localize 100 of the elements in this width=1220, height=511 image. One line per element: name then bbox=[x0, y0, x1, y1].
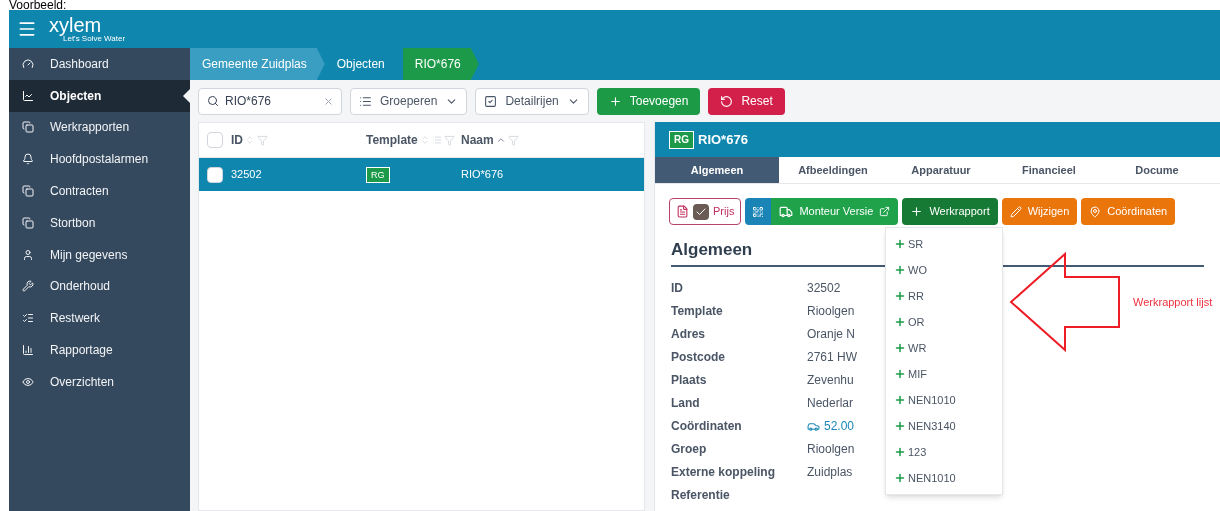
copy-icon bbox=[22, 121, 34, 134]
detail-tab[interactable]: Algemeen bbox=[655, 157, 779, 183]
filter-icon[interactable] bbox=[257, 134, 268, 146]
sidebar-item[interactable]: Onderhoud bbox=[9, 270, 190, 303]
field-label: Coördinaten bbox=[671, 418, 743, 435]
user-icon bbox=[22, 248, 34, 261]
work-report-button[interactable]: Werkrapport bbox=[902, 198, 998, 225]
list-icon bbox=[359, 94, 372, 108]
filter-icon[interactable] bbox=[443, 134, 455, 146]
column-header[interactable]: ID bbox=[231, 131, 243, 149]
sidebar-item[interactable]: Contracten bbox=[9, 175, 190, 207]
menu-item[interactable]: WO bbox=[886, 257, 1002, 283]
template-badge: RG bbox=[366, 167, 390, 183]
menu-item[interactable]: NEN1010 bbox=[886, 465, 1002, 491]
template-badge: RG bbox=[669, 130, 694, 149]
field-value: Oranje N bbox=[807, 326, 856, 343]
field-label: Plaats bbox=[671, 372, 708, 389]
row-checkbox[interactable] bbox=[207, 166, 223, 183]
field-value: Zuidplas bbox=[807, 464, 853, 481]
field-value: Nederlar bbox=[807, 395, 854, 412]
plus-icon bbox=[894, 472, 906, 484]
checkbox-icon bbox=[484, 94, 498, 108]
qr-code-icon bbox=[752, 205, 765, 218]
select-all-checkbox[interactable] bbox=[207, 132, 223, 148]
column-header[interactable]: Naam bbox=[461, 131, 494, 149]
plus-icon bbox=[894, 420, 906, 432]
plus-icon bbox=[894, 316, 906, 328]
field-label: ID bbox=[671, 280, 684, 297]
sidebar-item[interactable]: Rapportage bbox=[9, 334, 190, 366]
sidebar-item[interactable]: Hoofdpostalarmen bbox=[9, 143, 190, 176]
eye-icon bbox=[22, 375, 34, 388]
external-link-icon bbox=[879, 206, 891, 217]
qr-code-button[interactable] bbox=[745, 198, 772, 225]
reset-button[interactable]: Reset bbox=[708, 87, 785, 115]
field-label: Referentie bbox=[671, 487, 731, 504]
sidebar-item[interactable]: Restwerk bbox=[9, 302, 190, 335]
sidebar-item[interactable]: Mijn gegevens bbox=[9, 238, 190, 271]
detail-tab[interactable]: Afbeeldingen bbox=[779, 157, 887, 183]
field-value: 32502 bbox=[807, 280, 841, 297]
menu-item[interactable]: MIF bbox=[886, 361, 1002, 387]
detail-tab[interactable]: Apparatuur bbox=[887, 157, 995, 183]
search-icon bbox=[207, 94, 219, 107]
pdf-icon bbox=[676, 205, 689, 218]
sort-icon[interactable] bbox=[419, 135, 430, 145]
table-row[interactable]: 32502 RG RIO*676 bbox=[199, 158, 644, 191]
price-button[interactable]: Prijs bbox=[669, 198, 742, 225]
menu-item[interactable]: 123 bbox=[886, 439, 1002, 465]
field-value[interactable]: 52.00 bbox=[824, 417, 855, 435]
map-pin-icon bbox=[1089, 205, 1102, 218]
wrench-icon bbox=[22, 280, 34, 293]
group-dropdown[interactable]: Groeperen bbox=[350, 87, 468, 115]
field-label: Adres bbox=[671, 326, 706, 343]
filter-icon[interactable] bbox=[507, 134, 519, 146]
line-chart-icon bbox=[22, 89, 34, 102]
menu-icon[interactable] bbox=[17, 19, 37, 39]
bar-chart-icon bbox=[22, 344, 34, 357]
pencil-icon bbox=[1009, 205, 1022, 218]
tagline-text: Let's Solve Water bbox=[63, 35, 126, 43]
plus-icon bbox=[894, 238, 906, 250]
field-value: Rioolgen bbox=[807, 303, 855, 320]
gauge-icon bbox=[22, 57, 34, 70]
plus-icon bbox=[894, 394, 906, 406]
menu-item[interactable]: OR bbox=[886, 309, 1002, 335]
table-cell-text: 32502 bbox=[231, 167, 263, 183]
plus-icon bbox=[894, 342, 906, 354]
menu-item[interactable]: SR bbox=[886, 231, 1002, 257]
truck-icon bbox=[779, 204, 794, 219]
annotation-text: Werkrapport lijst bbox=[1133, 295, 1213, 310]
field-label: Land bbox=[671, 395, 701, 412]
detail-tab[interactable]: Financieel bbox=[995, 157, 1103, 183]
sidebar-item[interactable]: Dashboard bbox=[9, 48, 190, 80]
add-button[interactable]: Toevoegen bbox=[596, 87, 701, 115]
menu-item[interactable]: NEN1010 bbox=[886, 387, 1002, 413]
plus-icon bbox=[910, 205, 924, 218]
plus-icon bbox=[894, 368, 906, 380]
selection-pointer bbox=[183, 88, 190, 103]
column-header[interactable]: Template bbox=[366, 131, 418, 149]
sidebar-item[interactable]: Werkrapporten bbox=[9, 111, 190, 144]
breadcrumb-item[interactable]: RIO*676 bbox=[402, 48, 479, 80]
price-checkbox[interactable] bbox=[693, 203, 709, 220]
sidebar-item[interactable]: Objecten bbox=[9, 79, 190, 112]
search-field[interactable]: RIO*676 bbox=[198, 87, 342, 115]
detail-tab[interactable]: Docume bbox=[1103, 157, 1211, 183]
field-label: Postcode bbox=[671, 349, 726, 366]
plus-icon bbox=[894, 446, 906, 458]
checklist-icon bbox=[22, 312, 34, 325]
reset-icon bbox=[720, 94, 734, 108]
menu-item[interactable]: RR bbox=[886, 283, 1002, 309]
field-label: Template bbox=[671, 303, 724, 320]
copy-icon bbox=[22, 185, 34, 198]
sort-icon[interactable] bbox=[245, 135, 255, 145]
clear-icon[interactable] bbox=[323, 95, 334, 107]
caption-text: Voorbeeld: bbox=[9, 0, 67, 12]
sort-ascending-icon[interactable] bbox=[495, 135, 506, 145]
sidebar-item[interactable]: Stortbon bbox=[9, 207, 190, 239]
menu-item[interactable]: NEN3140 bbox=[886, 413, 1002, 439]
menu-item[interactable]: WR bbox=[886, 335, 1002, 361]
plus-icon bbox=[894, 290, 906, 302]
sidebar-item[interactable]: Overzichten bbox=[9, 365, 190, 398]
detail-rows-dropdown[interactable]: Detailrijen bbox=[475, 87, 589, 115]
